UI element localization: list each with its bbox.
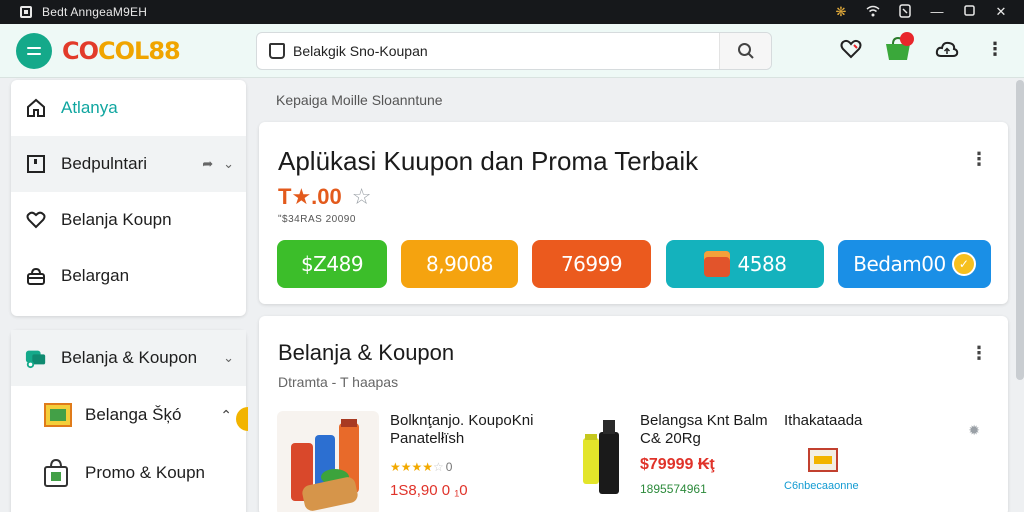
hero-card: Aplükasi Kuupon dan Proma Terbaik ⋮ T★.0…: [259, 122, 1008, 304]
coupon-button-label: 8,9008: [426, 252, 493, 276]
bag-icon: [25, 265, 47, 287]
sidebar-subitem-label: Promo & Koupn: [85, 463, 206, 482]
app-icon: [20, 6, 32, 18]
phone-icon[interactable]: [898, 3, 912, 21]
sidebar-nav: Atlanya Bedpulntari ➦ ⌄ Belanja Koupn Be…: [11, 80, 246, 316]
shopping-bag-icon: [269, 43, 285, 59]
sidebar-section-label: Belanja & Koupon: [61, 348, 198, 367]
share-icon[interactable]: ➦: [202, 156, 213, 172]
favorite-star-icon[interactable]: ☆: [352, 184, 372, 210]
search-button[interactable]: [719, 33, 771, 69]
product-name: Ithakataada: [784, 412, 863, 429]
hero-price: T★.00: [278, 184, 342, 209]
coupon-button-label: 4588: [737, 252, 787, 276]
scrollbar[interactable]: [1016, 80, 1024, 380]
sidebar-section-header[interactable]: Belanja & Koupon ⌄: [11, 330, 246, 386]
coupon-icon: [43, 400, 73, 430]
shopping-bag-icon: [43, 458, 73, 488]
home-icon: [25, 97, 47, 119]
product-price: $79999 ₭ţ: [640, 456, 715, 473]
search-icon: [737, 43, 754, 59]
wishlist-icon[interactable]: [836, 34, 866, 64]
coupon-button-4[interactable]: 4588: [666, 240, 824, 288]
hero-price-sub: ʺ$34RAS 20090: [278, 214, 356, 225]
logo-part1: CO: [62, 36, 99, 65]
logo[interactable]: COCOL88: [62, 36, 181, 65]
sidebar-section: Belanja & Koupon ⌄ Belanga Šķó ⌃ Promo &…: [11, 330, 246, 512]
coupon-button-5[interactable]: Bedam00 ✓: [838, 240, 991, 288]
product-rating: ★★★★☆ 0: [390, 460, 570, 474]
product-image[interactable]: [277, 411, 379, 512]
cloud-icon[interactable]: [932, 34, 962, 64]
heart-icon: [25, 209, 47, 231]
product-name: Belangsa Knt Balm C& 20Rg: [640, 412, 768, 447]
coupon-button-2[interactable]: 8,9008: [401, 240, 518, 288]
sidebar-subitem-belanga[interactable]: Belanga Šķó ⌃: [11, 386, 246, 444]
hero-title: Aplükasi Kuupon dan Proma Terbaik: [278, 146, 699, 176]
cart-icon[interactable]: [884, 32, 914, 64]
sidebar-item-label: Belanja Koupn: [61, 210, 172, 229]
sidebar-item-belargan[interactable]: Belargan: [11, 248, 246, 304]
search-input[interactable]: [293, 43, 693, 59]
wifi-icon[interactable]: [866, 5, 880, 20]
window-title: Bedt AnngeaM9EH: [42, 5, 148, 19]
cart-badge: [900, 32, 914, 46]
square-icon: [25, 153, 47, 175]
close-icon[interactable]: ✕: [994, 5, 1008, 19]
sidebar-item-label: Bedpulntari: [61, 154, 148, 173]
product-meta: C6nbecaaonne: [784, 480, 859, 492]
sidebar-subitem-promo[interactable]: Promo & Koupn: [11, 444, 246, 502]
product-price: 1S8,90 0 ₁0: [390, 482, 468, 499]
window-titlebar: Bedt AnngeaM9EH ❋ — ✕: [0, 0, 1024, 24]
list-subtitle: Dtramta - T haapas: [278, 374, 399, 390]
product-image[interactable]: [577, 416, 627, 496]
coupon-button-label: $Z489: [300, 252, 364, 276]
coupon-button-1[interactable]: $Z489: [277, 240, 387, 288]
rating-count: 0: [445, 460, 453, 474]
breadcrumb: Kepaiga Moille Sloanntune: [276, 92, 443, 108]
truck-icon: [25, 347, 47, 369]
sidebar-item-label: Belargan: [61, 266, 130, 285]
menu-button[interactable]: [16, 32, 52, 69]
more-icon[interactable]: ⋮: [970, 150, 988, 168]
product-item[interactable]: Belangsa Knt Balm C& 20Rg $79999 ₭ţ 1895…: [640, 412, 770, 496]
product-item[interactable]: Bolknţanjo. KoupoKni Panatelłïsh ★★★★☆ 0 …: [390, 412, 570, 499]
product-name: Bolknţanjo. KoupoKni Panatelłïsh: [390, 412, 534, 447]
coupon-button-3[interactable]: 76999: [532, 240, 651, 288]
star-icon: ★★★★: [390, 460, 434, 474]
sidebar-item-belanja-koupn[interactable]: Belanja Koupn: [11, 192, 246, 248]
coupon-button-label: 76999: [560, 252, 623, 276]
product-item[interactable]: Ithakataada C6nbecaaonne: [784, 412, 904, 492]
gift-icon: [703, 251, 730, 277]
minimize-icon[interactable]: —: [930, 5, 944, 19]
list-title: Belanja & Koupon: [278, 340, 455, 365]
coin-icon: ✓: [951, 252, 976, 276]
app-header: COCOL88 ⋮: [0, 24, 1024, 78]
star-empty-icon: ☆: [433, 460, 444, 474]
product-meta: 1895574961: [640, 482, 707, 496]
chevron-up-icon[interactable]: ⌃: [220, 407, 232, 424]
product-thumbnail-icon: [808, 448, 838, 472]
product-list-card: Belanja & Koupon ⋮ Dtramta - T haapas Bo…: [259, 316, 1008, 512]
chevron-down-icon[interactable]: ⌄: [223, 156, 234, 172]
more-icon[interactable]: ⋮: [980, 34, 1010, 64]
logo-part2: COL88: [98, 36, 181, 65]
sidebar-item-bedpulntari[interactable]: Bedpulntari ➦ ⌄: [11, 136, 246, 192]
coupon-button-label: Bedam00: [853, 252, 946, 276]
chevron-down-icon[interactable]: ⌄: [223, 350, 234, 366]
search-bar: [256, 32, 772, 70]
sparkle-icon: ✹: [968, 422, 980, 438]
sidebar-item-home[interactable]: Atlanya: [11, 80, 246, 136]
sidebar-subitem-label: Belanga Šķó: [85, 405, 182, 424]
sidebar-item-label: Atlanya: [61, 98, 118, 117]
settings-icon[interactable]: ❋: [834, 5, 848, 19]
more-icon[interactable]: ⋮: [970, 344, 988, 362]
maximize-icon[interactable]: [962, 5, 976, 19]
